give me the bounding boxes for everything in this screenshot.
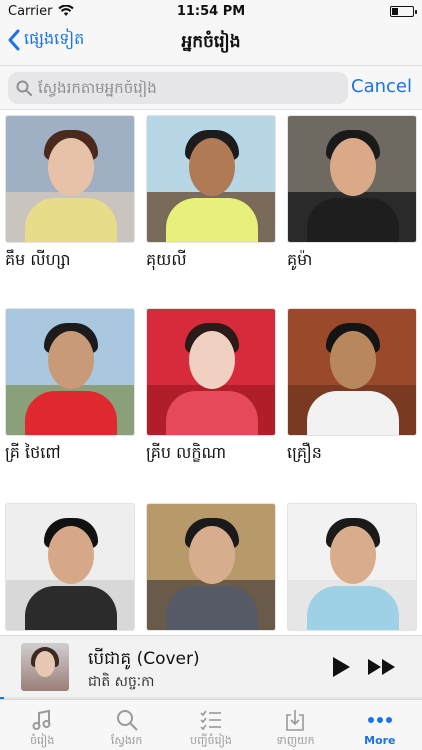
download-icon: [286, 710, 305, 731]
cancel-button[interactable]: Cancel: [351, 76, 412, 97]
artist-card[interactable]: គុយលី: [146, 115, 276, 271]
now-playing-artwork[interactable]: [21, 643, 69, 691]
artist-photo[interactable]: [146, 503, 276, 631]
artist-photo[interactable]: [287, 503, 417, 631]
tab-label: ស្វែងរក: [110, 734, 143, 747]
status-bar: Carrier 11:54 PM: [0, 0, 422, 22]
battery-icon: [390, 5, 417, 17]
tab-bar: ចំរៀង ស្វែងរក បញ្ជីចំរៀង ទាញយក More: [0, 699, 422, 750]
tab-playlists[interactable]: បញ្ជីចំរៀង: [169, 700, 253, 750]
playlist-icon: [200, 710, 222, 731]
artist-grid[interactable]: គឹម លីហ្សា គុយលី គូម៉ាគ្រី ថៃពៅ គ្រីប លក្ខិ…: [0, 110, 422, 635]
artist-name: គ្រីប លក្ខិណា: [146, 443, 227, 462]
tab-label: ទាញយក: [276, 734, 315, 747]
artist-photo[interactable]: [287, 115, 417, 243]
more-icon: [367, 717, 392, 723]
search-box[interactable]: [8, 72, 348, 104]
artist-name: គុយលី: [146, 250, 187, 269]
artist-name: គូម៉ា: [287, 250, 313, 269]
artist-photo[interactable]: [5, 115, 135, 243]
status-time: 11:54 PM: [176, 3, 246, 19]
artist-photo[interactable]: [287, 308, 417, 436]
artist-card[interactable]: គ្រីប លក្ខិណា: [146, 308, 276, 464]
artist-photo[interactable]: [146, 308, 276, 436]
search-bar: Cancel: [0, 66, 422, 110]
artist-photo[interactable]: [5, 503, 135, 631]
search-icon: [116, 710, 138, 731]
chevron-left-icon: [8, 29, 20, 51]
tab-songs[interactable]: ចំរៀង: [0, 700, 84, 750]
tab-search[interactable]: ស្វែងរក: [84, 700, 168, 750]
search-icon: [16, 80, 32, 96]
search-input[interactable]: [38, 79, 338, 97]
now-playing-title: បើជាគូ (Cover): [88, 649, 200, 669]
artist-card[interactable]: គឹម លីហ្សា: [5, 115, 135, 271]
tab-label: ចំរៀង: [30, 734, 55, 747]
artist-photo[interactable]: [5, 308, 135, 436]
artist-card[interactable]: គ្រឿន: [287, 308, 417, 464]
fast-forward-icon[interactable]: [367, 658, 397, 676]
play-icon[interactable]: [331, 656, 351, 678]
tab-label: More: [364, 734, 396, 747]
mini-player[interactable]: បើជាគូ (Cover) ជាតិ សច្ចៈកា: [0, 635, 422, 699]
artist-card[interactable]: [146, 503, 276, 635]
artist-card[interactable]: [287, 503, 417, 635]
tab-more[interactable]: More: [338, 700, 422, 750]
artist-card[interactable]: គ្រី ថៃពៅ: [5, 308, 135, 464]
back-button[interactable]: ផ្សេងទៀត: [8, 28, 84, 52]
artist-card[interactable]: [5, 503, 135, 635]
artist-photo[interactable]: [146, 115, 276, 243]
artist-card[interactable]: គូម៉ា: [287, 115, 417, 271]
artist-name: គឹម លីហ្សា: [5, 250, 71, 269]
music-note-icon: [32, 709, 51, 730]
now-playing-artist: ជាតិ សច្ចៈកា: [88, 674, 155, 690]
artist-name: គ្រឿន: [287, 443, 322, 462]
back-label: ផ្សេងទៀត: [24, 29, 85, 48]
navigation-bar: ផ្សេងទៀត អ្នកចំរៀង: [0, 22, 422, 66]
tab-downloads[interactable]: ទាញយក: [253, 700, 337, 750]
artist-name: គ្រី ថៃពៅ: [5, 443, 61, 462]
tab-label: បញ្ជីចំរៀង: [190, 734, 232, 747]
